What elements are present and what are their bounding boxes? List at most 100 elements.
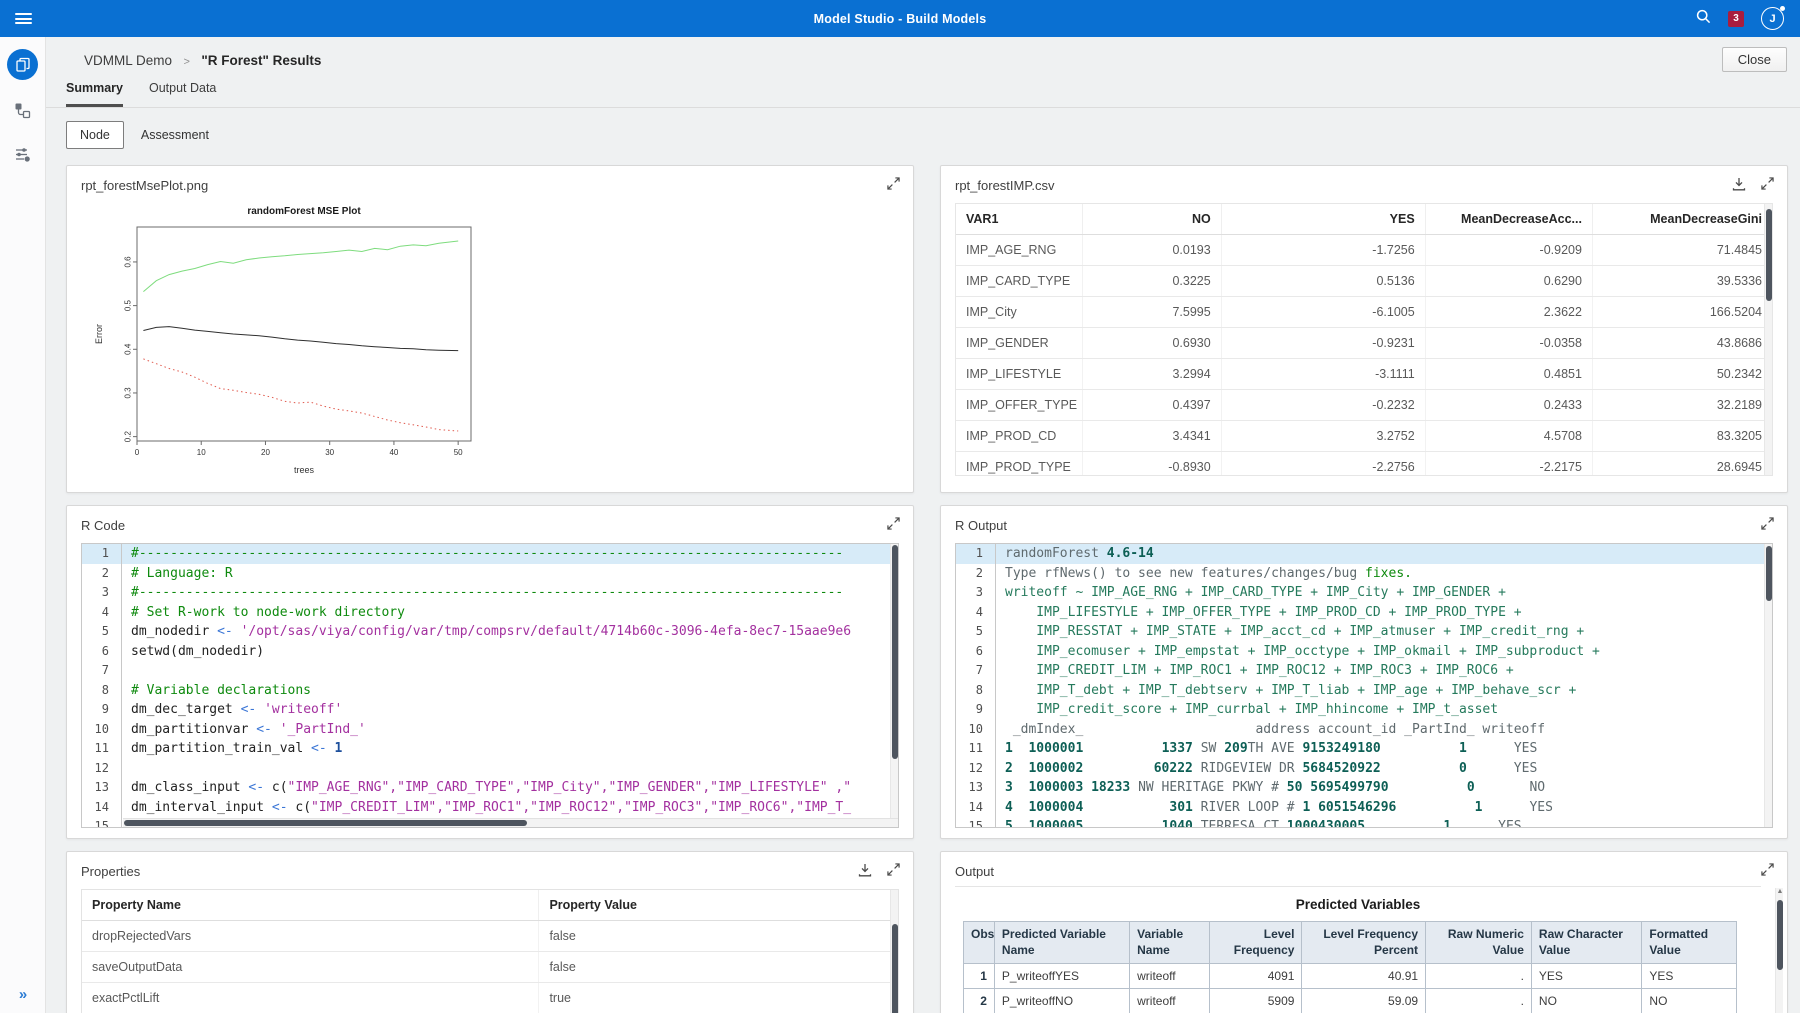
scrollbar-thumb[interactable]: [892, 924, 898, 1013]
r-code-horizontal-scrollbar[interactable]: [123, 818, 898, 827]
expand-icon[interactable]: [887, 177, 900, 190]
table-row[interactable]: saveOutputDatafalse: [82, 952, 898, 983]
code-line[interactable]: 10 _dmIndex_ address account_id _PartInd…: [956, 720, 1772, 740]
line-content: IMP_RESSTAT + IMP_STATE + IMP_acct_cd + …: [996, 622, 1772, 642]
scrollbar-up-arrow[interactable]: ▲: [1776, 888, 1784, 895]
panel-r-output: R Output 1randomForest 4.6-142Type rfNew…: [940, 505, 1788, 839]
expand-icon[interactable]: [1761, 177, 1774, 190]
svg-text:0: 0: [135, 448, 140, 457]
csv-vertical-scrollbar[interactable]: [1764, 204, 1772, 475]
table-row[interactable]: IMP_OFFER_TYPE0.4397-0.22320.243332.2189: [956, 390, 1772, 421]
column-header[interactable]: MeanDecreaseAcc...: [1425, 204, 1592, 235]
table-row[interactable]: IMP_AGE_RNG0.0193-1.7256-0.920971.4845: [956, 235, 1772, 266]
code-line[interactable]: 3writeoff ~ IMP_AGE_RNG + IMP_CARD_TYPE …: [956, 583, 1772, 603]
r-output-vertical-scrollbar[interactable]: [1764, 544, 1772, 827]
notifications-badge[interactable]: 3: [1728, 11, 1744, 27]
rail-item-results[interactable]: [7, 49, 38, 80]
scrollbar-thumb[interactable]: [892, 545, 898, 759]
code-line[interactable]: 14dm_interval_input <- c("IMP_CREDIT_LIM…: [82, 798, 898, 818]
code-line[interactable]: 4# Set R-work to node-work directory: [82, 603, 898, 623]
table-row[interactable]: IMP_CARD_TYPE0.32250.51360.629039.5336: [956, 266, 1772, 297]
download-icon[interactable]: [1732, 177, 1746, 191]
line-content: #---------------------------------------…: [122, 544, 898, 564]
code-line[interactable]: 155 1000005 1040 TERRESA CT 1000430005 1…: [956, 817, 1772, 828]
rail-item-pipeline[interactable]: [14, 102, 31, 124]
expand-icon[interactable]: [887, 517, 900, 530]
documents-icon: [15, 57, 31, 73]
breadcrumb-parent[interactable]: VDMML Demo: [84, 53, 172, 68]
code-line[interactable]: 9 IMP_credit_score + IMP_currbal + IMP_h…: [956, 700, 1772, 720]
scrollbar-thumb[interactable]: [124, 820, 527, 826]
line-number: 10: [82, 720, 122, 740]
table-cell: exactPctlLift: [82, 983, 539, 1013]
tab-output-data[interactable]: Output Data: [149, 81, 216, 107]
code-line[interactable]: 133 1000003 18233 NW HERITAGE PKWY # 50 …: [956, 778, 1772, 798]
table-row[interactable]: exactPctlLifttrue: [82, 983, 898, 1013]
code-line[interactable]: 9dm_dec_target <- 'writeoff': [82, 700, 898, 720]
table-cell: dropRejectedVars: [82, 921, 539, 952]
table-row[interactable]: IMP_LIFESTYLE3.2994-3.11110.485150.2342: [956, 359, 1772, 390]
table-cell: -6.1005: [1221, 297, 1425, 328]
column-header[interactable]: VAR1: [956, 204, 1082, 235]
code-line[interactable]: 11dm_partition_train_val <- 1: [82, 739, 898, 759]
search-icon[interactable]: [1696, 9, 1711, 29]
close-button[interactable]: Close: [1722, 47, 1787, 72]
line-content: IMP_LIFESTYLE + IMP_OFFER_TYPE + IMP_PRO…: [996, 603, 1772, 623]
output-vertical-scrollbar[interactable]: ▲: [1775, 888, 1783, 1013]
properties-vertical-scrollbar[interactable]: [890, 890, 898, 1013]
line-content: IMP_CREDIT_LIM + IMP_ROC1 + IMP_ROC12 + …: [996, 661, 1772, 681]
code-line[interactable]: 122 1000002 60222 RIDGEVIEW DR 568452092…: [956, 759, 1772, 779]
code-line[interactable]: 1randomForest 4.6-14: [956, 544, 1772, 564]
table-cell: IMP_GENDER: [956, 328, 1082, 359]
line-content: writeoff ~ IMP_AGE_RNG + IMP_CARD_TYPE +…: [996, 583, 1772, 603]
column-header[interactable]: Property Value: [539, 890, 898, 921]
table-row[interactable]: 1P_writeoffYESwriteoff409140.91.YESYES: [964, 964, 1737, 989]
column-header[interactable]: YES: [1221, 204, 1425, 235]
expand-icon[interactable]: [1761, 517, 1774, 530]
table-row[interactable]: IMP_PROD_TYPE-0.8930-2.2756-2.217528.694…: [956, 452, 1772, 477]
code-line[interactable]: 1#--------------------------------------…: [82, 544, 898, 564]
code-line[interactable]: 4 IMP_LIFESTYLE + IMP_OFFER_TYPE + IMP_P…: [956, 603, 1772, 623]
toggle-assessment[interactable]: Assessment: [128, 122, 222, 148]
code-line[interactable]: 111 1000001 1337 SW 209TH AVE 9153249180…: [956, 739, 1772, 759]
column-header[interactable]: NO: [1082, 204, 1221, 235]
line-number: 13: [82, 778, 122, 798]
expand-icon[interactable]: [887, 863, 900, 876]
code-line[interactable]: 2# Language: R: [82, 564, 898, 584]
tab-summary[interactable]: Summary: [66, 81, 123, 107]
code-line[interactable]: 6setwd(dm_nodedir): [82, 642, 898, 662]
code-line[interactable]: 8 IMP_T_debt + IMP_T_debtserv + IMP_T_li…: [956, 681, 1772, 701]
code-line[interactable]: 7: [82, 661, 898, 681]
menu-icon[interactable]: [0, 11, 46, 27]
code-line[interactable]: 12: [82, 759, 898, 779]
code-line[interactable]: 5dm_nodedir <- '/opt/sas/viya/config/var…: [82, 622, 898, 642]
toggle-node[interactable]: Node: [66, 121, 124, 149]
table-cell: 28.6945: [1592, 452, 1772, 477]
r-code-vertical-scrollbar[interactable]: [890, 544, 898, 818]
table-row[interactable]: 2P_writeoffNOwriteoff590959.09.NONO: [964, 989, 1737, 1013]
rail-item-settings[interactable]: [14, 146, 31, 168]
table-row[interactable]: IMP_PROD_CD3.43413.27524.570883.3205: [956, 421, 1772, 452]
download-icon[interactable]: [858, 863, 872, 877]
user-avatar[interactable]: J: [1761, 7, 1784, 30]
column-header[interactable]: Property Name: [82, 890, 539, 921]
table-row[interactable]: dropRejectedVarsfalse: [82, 921, 898, 952]
scrollbar-thumb[interactable]: [1766, 546, 1772, 601]
code-line[interactable]: 13dm_class_input <- c("IMP_AGE_RNG","IMP…: [82, 778, 898, 798]
code-line[interactable]: 7 IMP_CREDIT_LIM + IMP_ROC1 + IMP_ROC12 …: [956, 661, 1772, 681]
expand-icon[interactable]: [1761, 863, 1774, 876]
code-line[interactable]: 2Type rfNews() to see new features/chang…: [956, 564, 1772, 584]
code-line[interactable]: 144 1000004 301 RIVER LOOP # 1 605154629…: [956, 798, 1772, 818]
code-line[interactable]: 10dm_partitionvar <- '_PartInd_': [82, 720, 898, 740]
code-line[interactable]: 3#--------------------------------------…: [82, 583, 898, 603]
table-row[interactable]: IMP_GENDER0.6930-0.9231-0.035843.8686: [956, 328, 1772, 359]
scrollbar-thumb[interactable]: [1766, 209, 1772, 301]
expand-rail-chevrons[interactable]: »: [0, 986, 46, 1003]
column-header[interactable]: MeanDecreaseGini: [1592, 204, 1772, 235]
code-line[interactable]: 5 IMP_RESSTAT + IMP_STATE + IMP_acct_cd …: [956, 622, 1772, 642]
code-line[interactable]: 6 IMP_ecomuser + IMP_empstat + IMP_occty…: [956, 642, 1772, 662]
table-row[interactable]: IMP_City7.5995-6.10052.3622166.5204: [956, 297, 1772, 328]
table-cell: 4.5708: [1425, 421, 1592, 452]
scrollbar-thumb[interactable]: [1777, 900, 1783, 970]
code-line[interactable]: 8# Variable declarations: [82, 681, 898, 701]
